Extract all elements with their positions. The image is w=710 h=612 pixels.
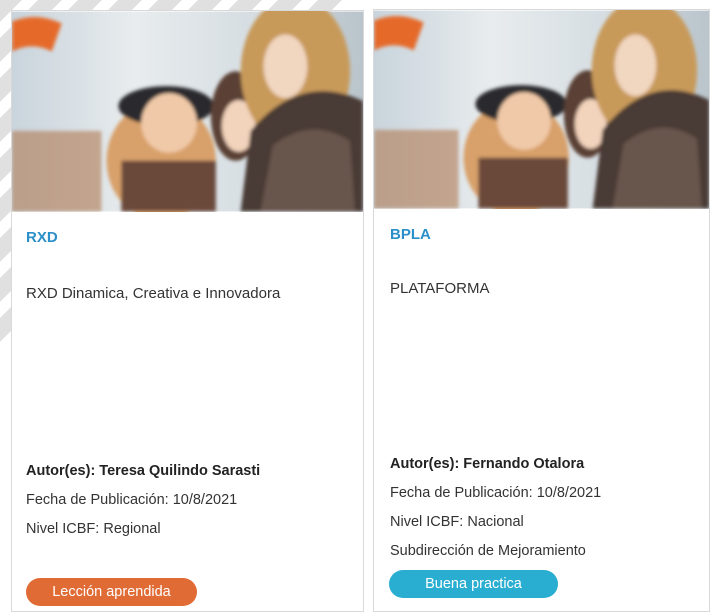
card-description: PLATAFORMA	[390, 280, 490, 297]
card-title[interactable]: RXD	[26, 229, 58, 246]
card-subdirection: Subdirección de Mejoramiento	[390, 543, 586, 559]
card-publication-date: Fecha de Publicación: 10/8/2021	[390, 485, 602, 501]
card-title[interactable]: BPLA	[390, 226, 431, 243]
category-tag-button[interactable]: Buena practica	[389, 570, 558, 598]
card-author: Autor(es): Teresa Quilindo Sarasti	[26, 463, 261, 479]
category-tag-button[interactable]: Lección aprendida	[26, 578, 197, 606]
card-photo	[12, 11, 363, 212]
card-icbf-level: Nivel ICBF: Nacional	[390, 514, 524, 530]
publication-card[interactable]: RXD RXD Dinamica, Creativa e Innovadora …	[11, 10, 364, 612]
publication-card[interactable]: BPLA PLATAFORMA Autor(es): Fernando Otal…	[373, 9, 710, 612]
card-description: RXD Dinamica, Creativa e Innovadora	[26, 285, 281, 302]
card-author: Autor(es): Fernando Otalora	[390, 456, 585, 472]
card-photo	[374, 10, 709, 209]
card-icbf-level: Nivel ICBF: Regional	[26, 521, 161, 537]
card-publication-date: Fecha de Publicación: 10/8/2021	[26, 492, 238, 508]
